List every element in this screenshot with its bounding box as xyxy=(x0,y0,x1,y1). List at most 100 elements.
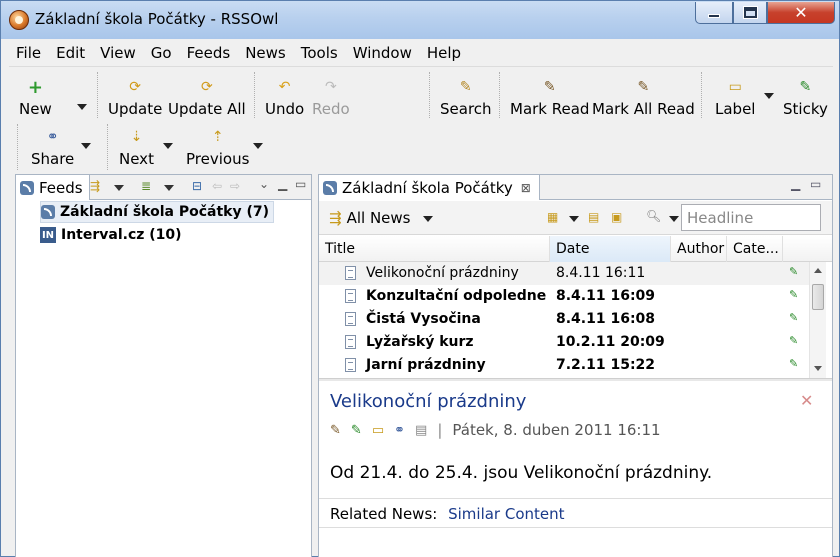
menu-feeds[interactable]: Feeds xyxy=(180,44,239,62)
minimize-button[interactable] xyxy=(695,2,733,24)
sticky-pin-icon[interactable]: ✎ xyxy=(789,357,798,370)
previous-dropdown-arrow[interactable] xyxy=(253,143,263,149)
filter-dropdown-arrow[interactable] xyxy=(164,185,174,191)
share-icon[interactable]: ⚭ xyxy=(394,423,405,438)
mark-all-read-button[interactable]: ✎ Mark All Read xyxy=(592,78,695,118)
previous-arrow-icon: ⇡ xyxy=(211,129,224,145)
menu-edit[interactable]: Edit xyxy=(49,44,93,62)
column-author-label: Author xyxy=(677,241,725,257)
all-news-filter[interactable]: ⇶ All News xyxy=(329,209,410,227)
previous-button[interactable]: ⇡ Previous xyxy=(186,128,249,168)
share-dropdown-arrow[interactable] xyxy=(81,143,91,149)
table-row[interactable]: Lyžařský kurz 10.2.11 20:09 ✎ xyxy=(319,331,809,354)
sticky-pin-icon[interactable]: ✎ xyxy=(789,311,798,324)
menu-window[interactable]: Window xyxy=(346,44,420,62)
news-table-scrollbar[interactable] xyxy=(809,262,826,378)
menu-news[interactable]: News xyxy=(238,44,294,62)
update-button[interactable]: ⟳ Update xyxy=(108,78,162,118)
new-button[interactable]: + New xyxy=(19,77,52,119)
close-tab-icon[interactable]: ⊠ xyxy=(521,181,531,195)
label-tag-icon[interactable]: ▭ xyxy=(372,423,384,438)
preview-divider xyxy=(319,527,832,528)
layout-icon[interactable]: ▦ xyxy=(547,210,558,224)
table-row[interactable]: Jarní prázdniny 7.2.11 15:22 ✎ xyxy=(319,354,809,378)
close-preview-icon[interactable]: ✕ xyxy=(800,391,813,410)
preview-title-link[interactable]: Velikonoční prázdniny xyxy=(330,391,526,412)
copy-icon[interactable]: ▤ xyxy=(415,423,427,438)
next-arrow-icon: ⇣ xyxy=(130,129,143,145)
rssowl-logo-icon xyxy=(9,10,29,30)
label-dropdown-arrow[interactable] xyxy=(764,93,774,99)
undo-button[interactable]: ↶ Undo xyxy=(265,78,304,118)
row-date: 8.4.11 16:08 xyxy=(556,311,656,327)
tab-zakladni-skola[interactable]: Základní škola Počátky ⊠ xyxy=(319,175,540,200)
feed-item-label: Základní škola Počátky (7) xyxy=(60,204,269,220)
menu-view[interactable]: View xyxy=(93,44,144,62)
preview-meta: ✎ ✎ ▭ ⚭ ▤ | Pátek, 8. duben 2011 16:11 xyxy=(330,421,661,439)
search-scope-dropdown-arrow[interactable] xyxy=(669,216,679,222)
sticky-pin-icon[interactable]: ✎ xyxy=(789,265,798,278)
maximize-pane-icon[interactable]: ▭ xyxy=(810,177,821,191)
scroll-down-arrow[interactable] xyxy=(814,366,822,371)
view-menu-icon[interactable]: ⌄ xyxy=(259,177,269,191)
column-author[interactable]: Author xyxy=(671,236,727,262)
rss-icon xyxy=(323,180,337,195)
sticky-pin-icon[interactable]: ✎ xyxy=(789,288,798,301)
sticky-pin-icon[interactable]: ✎ xyxy=(351,423,362,438)
row-date: 8.4.11 16:11 xyxy=(556,265,646,281)
mark-read-label: Mark Read xyxy=(510,100,590,118)
link-feeds-icon[interactable]: ⇶ xyxy=(90,179,100,193)
menu-tools[interactable]: Tools xyxy=(294,44,346,62)
undo-label: Undo xyxy=(265,100,305,118)
menu-help[interactable]: Help xyxy=(420,44,469,62)
column-title[interactable]: Title xyxy=(319,236,550,262)
search-icon[interactable]: 🔍︎ xyxy=(646,209,661,223)
columns-icon[interactable]: ▤ xyxy=(588,210,599,224)
link-dropdown-arrow[interactable] xyxy=(114,185,124,191)
close-window-button[interactable]: ✕ xyxy=(767,2,835,24)
redo-button[interactable]: ↷ Redo xyxy=(312,78,350,118)
feed-item-zakladni-skola[interactable]: Základní škola Počátky (7) xyxy=(40,201,274,223)
menu-file[interactable]: File xyxy=(9,44,49,62)
scroll-thumb[interactable] xyxy=(812,284,824,310)
news-item-icon xyxy=(345,266,356,280)
column-date[interactable]: Date xyxy=(550,236,671,262)
headline-search-input[interactable]: Headline xyxy=(681,204,821,231)
table-row[interactable]: Konzultační odpoledne 8.4.11 16:09 ✎ xyxy=(319,285,809,308)
meta-separator: | xyxy=(437,421,443,439)
sticky-button[interactable]: ✎ Sticky xyxy=(783,78,828,118)
sticky-pin-icon[interactable]: ✎ xyxy=(789,334,798,347)
minimize-pane-icon[interactable]: ▁ xyxy=(278,177,287,191)
similar-content-link[interactable]: Similar Content xyxy=(448,505,564,523)
forward-arrow-icon[interactable]: ⇨ xyxy=(230,179,240,193)
layout-dropdown-arrow[interactable] xyxy=(569,216,579,222)
share-icon: ⚭ xyxy=(46,129,59,145)
share-button[interactable]: ⚭ Share xyxy=(31,128,74,168)
mark-read-icon[interactable]: ✎ xyxy=(330,423,341,438)
feed-item-interval[interactable]: IN Interval.cz (10) xyxy=(40,224,182,246)
next-label: Next xyxy=(119,150,154,168)
all-news-dropdown-arrow[interactable] xyxy=(423,216,433,222)
back-arrow-icon[interactable]: ⇦ xyxy=(212,179,222,193)
browser-view-icon[interactable]: ▣ xyxy=(611,210,622,224)
tab-feeds[interactable]: Feeds xyxy=(16,175,90,200)
next-button[interactable]: ⇣ Next xyxy=(119,128,154,168)
minimize-pane-icon[interactable]: ▁ xyxy=(791,177,800,191)
collapse-all-icon[interactable]: ⊟ xyxy=(192,179,202,193)
label-button[interactable]: ▭ Label xyxy=(715,78,755,118)
table-row[interactable]: Čistá Vysočina 8.4.11 16:08 ✎ xyxy=(319,308,809,331)
search-button[interactable]: ✎ Search xyxy=(440,78,492,118)
toolbar-separator xyxy=(17,124,18,170)
column-category[interactable]: Cate... xyxy=(727,236,783,262)
menu-go[interactable]: Go xyxy=(144,44,180,62)
new-dropdown-arrow[interactable] xyxy=(77,104,87,110)
mark-read-button[interactable]: ✎ Mark Read xyxy=(510,78,589,118)
maximize-button[interactable] xyxy=(733,2,767,24)
maximize-pane-icon[interactable]: ▭ xyxy=(295,177,306,191)
scroll-up-arrow[interactable] xyxy=(814,268,822,273)
update-all-button[interactable]: ⟳ Update All xyxy=(168,78,246,118)
next-dropdown-arrow[interactable] xyxy=(163,143,173,149)
app-window: Základní škola Počátky - RSSOwl ✕ File E… xyxy=(0,0,840,557)
table-row[interactable]: Velikonoční prázdniny 8.4.11 16:11 ✎ xyxy=(319,262,809,285)
filter-icon[interactable]: ≣ xyxy=(141,179,151,193)
